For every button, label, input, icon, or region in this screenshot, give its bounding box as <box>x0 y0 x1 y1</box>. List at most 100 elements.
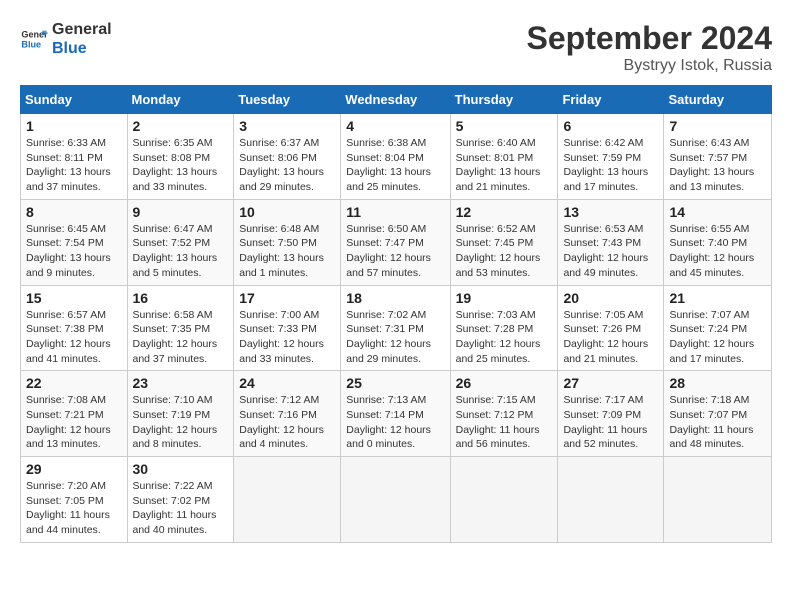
calendar-day-cell: 16 Sunrise: 6:58 AMSunset: 7:35 PMDayligh… <box>127 285 234 371</box>
day-number: 25 <box>346 375 444 391</box>
day-info: Sunrise: 7:00 AMSunset: 7:33 PMDaylight:… <box>239 308 335 367</box>
day-info: Sunrise: 6:47 AMSunset: 7:52 PMDaylight:… <box>133 222 229 281</box>
logo-line1: General <box>52 20 112 39</box>
day-number: 30 <box>133 461 229 477</box>
day-number: 15 <box>26 290 122 306</box>
day-number: 21 <box>669 290 766 306</box>
day-number: 12 <box>456 204 553 220</box>
logo: General Blue General Blue <box>20 20 112 58</box>
day-info: Sunrise: 6:33 AMSunset: 8:11 PMDaylight:… <box>26 136 122 195</box>
calendar-day-cell: 26Sunrise: 7:15 AMSunset: 7:12 PMDayligh… <box>450 371 558 457</box>
svg-text:Blue: Blue <box>21 40 41 50</box>
day-info: Sunrise: 6:53 AMSunset: 7:43 PMDaylight:… <box>563 222 658 281</box>
weekday-header-friday: Friday <box>558 86 664 114</box>
empty-cell <box>664 457 772 543</box>
day-info: Sunrise: 7:05 AMSunset: 7:26 PMDaylight:… <box>563 308 658 367</box>
day-info: Sunrise: 6:40 AMSunset: 8:01 PMDaylight:… <box>456 136 553 195</box>
day-info: Sunrise: 7:18 AMSunset: 7:07 PMDaylight:… <box>669 393 766 452</box>
day-info: Sunrise: 6:43 AMSunset: 7:57 PMDaylight:… <box>669 136 766 195</box>
calendar-week-row: 29 Sunrise: 7:20 AMSunset: 7:05 PMDayligh… <box>21 457 772 543</box>
calendar-day-cell: 15 Sunrise: 6:57 AMSunset: 7:38 PMDayligh… <box>21 285 128 371</box>
calendar-day-cell: 1 Sunrise: 6:33 AMSunset: 8:11 PMDaylight… <box>21 114 128 200</box>
empty-cell <box>341 457 450 543</box>
calendar-week-row: 8 Sunrise: 6:45 AMSunset: 7:54 PMDaylight… <box>21 199 772 285</box>
weekday-header-wednesday: Wednesday <box>341 86 450 114</box>
calendar-day-cell: 22 Sunrise: 7:08 AMSunset: 7:21 PMDayligh… <box>21 371 128 457</box>
day-number: 1 <box>26 118 122 134</box>
day-info: Sunrise: 6:52 AMSunset: 7:45 PMDaylight:… <box>456 222 553 281</box>
calendar-day-cell: 30Sunrise: 7:22 AMSunset: 7:02 PMDayligh… <box>127 457 234 543</box>
day-number: 7 <box>669 118 766 134</box>
calendar-day-cell: 7 Sunrise: 6:43 AMSunset: 7:57 PMDaylight… <box>664 114 772 200</box>
calendar-day-cell: 24Sunrise: 7:12 AMSunset: 7:16 PMDayligh… <box>234 371 341 457</box>
weekday-header-tuesday: Tuesday <box>234 86 341 114</box>
day-info: Sunrise: 7:17 AMSunset: 7:09 PMDaylight:… <box>563 393 658 452</box>
day-number: 10 <box>239 204 335 220</box>
day-number: 29 <box>26 461 122 477</box>
calendar-day-cell: 3 Sunrise: 6:37 AMSunset: 8:06 PMDaylight… <box>234 114 341 200</box>
calendar-day-cell: 17Sunrise: 7:00 AMSunset: 7:33 PMDayligh… <box>234 285 341 371</box>
weekday-header-row: SundayMondayTuesdayWednesdayThursdayFrid… <box>21 86 772 114</box>
day-number: 4 <box>346 118 444 134</box>
day-number: 26 <box>456 375 553 391</box>
day-info: Sunrise: 7:13 AMSunset: 7:14 PMDaylight:… <box>346 393 444 452</box>
day-info: Sunrise: 6:58 AMSunset: 7:35 PMDaylight:… <box>133 308 229 367</box>
day-info: Sunrise: 6:48 AMSunset: 7:50 PMDaylight:… <box>239 222 335 281</box>
day-info: Sunrise: 7:08 AMSunset: 7:21 PMDaylight:… <box>26 393 122 452</box>
calendar-day-cell: 28 Sunrise: 7:18 AMSunset: 7:07 PMDayligh… <box>664 371 772 457</box>
day-info: Sunrise: 7:07 AMSunset: 7:24 PMDaylight:… <box>669 308 766 367</box>
day-number: 20 <box>563 290 658 306</box>
calendar-day-cell: 12 Sunrise: 6:52 AMSunset: 7:45 PMDayligh… <box>450 199 558 285</box>
calendar-day-cell: 25 Sunrise: 7:13 AMSunset: 7:14 PMDayligh… <box>341 371 450 457</box>
calendar-day-cell: 5 Sunrise: 6:40 AMSunset: 8:01 PMDaylight… <box>450 114 558 200</box>
day-number: 3 <box>239 118 335 134</box>
calendar-day-cell: 19 Sunrise: 7:03 AMSunset: 7:28 PMDayligh… <box>450 285 558 371</box>
day-info: Sunrise: 6:57 AMSunset: 7:38 PMDaylight:… <box>26 308 122 367</box>
weekday-header-sunday: Sunday <box>21 86 128 114</box>
day-info: Sunrise: 6:55 AMSunset: 7:40 PMDaylight:… <box>669 222 766 281</box>
logo-icon: General Blue <box>20 25 48 53</box>
calendar-day-cell: 23 Sunrise: 7:10 AMSunset: 7:19 PMDayligh… <box>127 371 234 457</box>
day-number: 9 <box>133 204 229 220</box>
calendar-day-cell: 8 Sunrise: 6:45 AMSunset: 7:54 PMDaylight… <box>21 199 128 285</box>
day-number: 19 <box>456 290 553 306</box>
day-number: 8 <box>26 204 122 220</box>
day-number: 16 <box>133 290 229 306</box>
calendar-week-row: 15 Sunrise: 6:57 AMSunset: 7:38 PMDayligh… <box>21 285 772 371</box>
day-number: 14 <box>669 204 766 220</box>
calendar-day-cell: 20 Sunrise: 7:05 AMSunset: 7:26 PMDayligh… <box>558 285 664 371</box>
day-number: 5 <box>456 118 553 134</box>
day-number: 11 <box>346 204 444 220</box>
day-info: Sunrise: 7:02 AMSunset: 7:31 PMDaylight:… <box>346 308 444 367</box>
day-number: 22 <box>26 375 122 391</box>
day-info: Sunrise: 6:35 AMSunset: 8:08 PMDaylight:… <box>133 136 229 195</box>
page-header: General Blue General Blue September 2024… <box>20 20 772 75</box>
day-info: Sunrise: 7:03 AMSunset: 7:28 PMDaylight:… <box>456 308 553 367</box>
calendar-day-cell: 6 Sunrise: 6:42 AMSunset: 7:59 PMDaylight… <box>558 114 664 200</box>
calendar-day-cell: 11 Sunrise: 6:50 AMSunset: 7:47 PMDayligh… <box>341 199 450 285</box>
day-info: Sunrise: 7:20 AMSunset: 7:05 PMDaylight:… <box>26 479 122 538</box>
weekday-header-thursday: Thursday <box>450 86 558 114</box>
calendar-week-row: 1 Sunrise: 6:33 AMSunset: 8:11 PMDaylight… <box>21 114 772 200</box>
calendar-day-cell: 13Sunrise: 6:53 AMSunset: 7:43 PMDayligh… <box>558 199 664 285</box>
calendar-day-cell: 2Sunrise: 6:35 AMSunset: 8:08 PMDaylight… <box>127 114 234 200</box>
logo-line2: Blue <box>52 39 112 58</box>
day-number: 24 <box>239 375 335 391</box>
calendar-day-cell: 10 Sunrise: 6:48 AMSunset: 7:50 PMDayligh… <box>234 199 341 285</box>
calendar-day-cell: 27Sunrise: 7:17 AMSunset: 7:09 PMDayligh… <box>558 371 664 457</box>
calendar-day-cell: 18 Sunrise: 7:02 AMSunset: 7:31 PMDayligh… <box>341 285 450 371</box>
day-info: Sunrise: 7:10 AMSunset: 7:19 PMDaylight:… <box>133 393 229 452</box>
calendar-day-cell: 9 Sunrise: 6:47 AMSunset: 7:52 PMDaylight… <box>127 199 234 285</box>
day-info: Sunrise: 6:45 AMSunset: 7:54 PMDaylight:… <box>26 222 122 281</box>
day-number: 23 <box>133 375 229 391</box>
calendar-title: September 2024 <box>527 20 772 57</box>
day-info: Sunrise: 6:37 AMSunset: 8:06 PMDaylight:… <box>239 136 335 195</box>
calendar-table: SundayMondayTuesdayWednesdayThursdayFrid… <box>20 85 772 543</box>
day-number: 28 <box>669 375 766 391</box>
empty-cell <box>450 457 558 543</box>
day-info: Sunrise: 6:38 AMSunset: 8:04 PMDaylight:… <box>346 136 444 195</box>
day-info: Sunrise: 6:42 AMSunset: 7:59 PMDaylight:… <box>563 136 658 195</box>
day-info: Sunrise: 6:50 AMSunset: 7:47 PMDaylight:… <box>346 222 444 281</box>
day-number: 6 <box>563 118 658 134</box>
day-number: 18 <box>346 290 444 306</box>
